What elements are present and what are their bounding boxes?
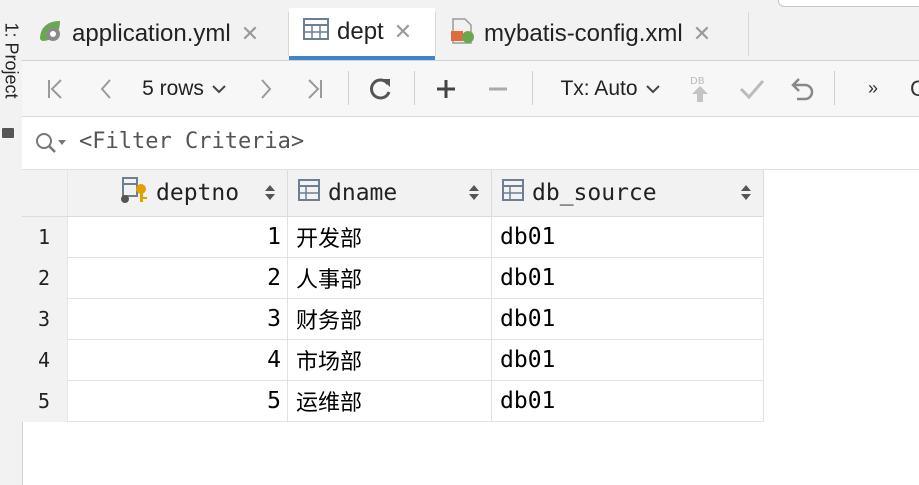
cell-db-source[interactable]: db01 (491, 298, 764, 340)
primary-key-icon (120, 176, 150, 210)
tab-application-yml[interactable]: application.yml ✕ (36, 8, 288, 60)
tab-mybatis-config[interactable]: mybatis-config.xml ✕ (448, 8, 748, 60)
cell-dname[interactable]: 财务部 (287, 298, 492, 340)
column-header-db-source[interactable]: db_source (491, 170, 764, 217)
rows-label: 5 rows (142, 76, 204, 100)
tx-label: Tx: Auto (560, 76, 638, 100)
rollback-icon[interactable] (784, 61, 820, 116)
editor-tabs: application.yml ✕ dept ✕ mybatis-config.… (22, 8, 919, 61)
table-row[interactable]: 4 4 市场部 db01 (22, 339, 764, 381)
cell-db-source[interactable]: db01 (491, 339, 764, 381)
add-row-icon[interactable] (428, 61, 464, 116)
first-page-icon[interactable] (38, 61, 74, 116)
cell-deptno[interactable]: 2 (67, 257, 288, 299)
cell-db-source[interactable]: db01 (491, 216, 764, 258)
svg-text:DB: DB (690, 76, 705, 87)
next-page-icon[interactable] (248, 61, 284, 116)
sort-icon[interactable] (265, 185, 275, 200)
row-number[interactable]: 2 (22, 257, 68, 299)
tab-label: dept (337, 18, 384, 45)
refresh-icon[interactable] (362, 61, 398, 116)
close-icon[interactable]: ✕ (241, 21, 259, 47)
db-submit-icon[interactable]: DB (682, 61, 718, 116)
overflow-label: C (910, 75, 919, 101)
last-page-icon[interactable] (296, 61, 332, 116)
column-icon (502, 179, 524, 207)
table-row[interactable]: 1 1 开发部 db01 (22, 216, 764, 258)
row-number[interactable]: 4 (22, 339, 68, 381)
table-icon (303, 17, 329, 47)
column-name: dname (328, 180, 398, 206)
column-name: deptno (156, 180, 240, 206)
sort-icon[interactable] (741, 185, 751, 200)
cell-db-source[interactable]: db01 (491, 380, 764, 422)
previous-page-icon[interactable] (88, 61, 124, 116)
project-tool-window-button[interactable]: 1: Project (1, 23, 22, 119)
data-editor-toolbar: 5 rows Tx: Auto DB » C (22, 61, 919, 117)
commit-check-icon[interactable] (734, 61, 770, 116)
column-name: db_source (532, 180, 657, 206)
project-sidebar: 1: Project (0, 0, 23, 485)
filter-input[interactable]: <Filter Criteria> (79, 129, 304, 154)
cell-deptno[interactable]: 3 (67, 298, 288, 340)
xml-file-icon (448, 17, 476, 52)
tab-dept[interactable]: dept ✕ (289, 8, 435, 60)
more-label: » (867, 78, 878, 98)
table-row[interactable]: 2 2 人事部 db01 (22, 257, 764, 299)
tab-label: mybatis-config.xml (484, 20, 683, 47)
row-number[interactable]: 1 (22, 216, 68, 258)
top-strip (22, 0, 919, 8)
cell-dname[interactable]: 人事部 (287, 257, 492, 299)
table-row[interactable]: 5 5 运维部 db01 (22, 380, 764, 422)
sort-icon[interactable] (469, 185, 479, 200)
filter-criteria-bar[interactable]: <Filter Criteria> (22, 117, 919, 170)
column-header-deptno[interactable]: deptno (67, 170, 288, 217)
cell-deptno[interactable]: 1 (67, 216, 288, 258)
chevron-down-icon (645, 84, 660, 94)
row-number[interactable]: 3 (22, 298, 68, 340)
rows-dropdown[interactable]: 5 rows (134, 61, 234, 116)
cell-db-source[interactable]: db01 (491, 257, 764, 299)
remove-row-icon[interactable] (480, 61, 516, 116)
overflow-button[interactable]: C (908, 61, 919, 116)
close-icon[interactable]: ✕ (693, 21, 711, 47)
folder-icon (2, 128, 14, 138)
close-icon[interactable]: ✕ (394, 19, 412, 45)
column-icon (298, 179, 320, 207)
row-number[interactable]: 5 (22, 380, 68, 422)
row-number-header (22, 170, 68, 217)
cell-deptno[interactable]: 4 (67, 339, 288, 381)
cell-dname[interactable]: 开发部 (287, 216, 492, 258)
chevron-down-icon (212, 84, 226, 94)
search-icon[interactable] (34, 131, 68, 160)
table-row[interactable]: 3 3 财务部 db01 (22, 298, 764, 340)
cell-dname[interactable]: 市场部 (287, 339, 492, 381)
tx-mode-dropdown[interactable]: Tx: Auto (550, 61, 670, 116)
tab-label: application.yml (72, 20, 231, 47)
result-grid: deptno dname db_source 1 1 开发部 db01 2 2 … (22, 170, 764, 422)
cell-deptno[interactable]: 5 (67, 380, 288, 422)
column-header-dname[interactable]: dname (287, 170, 492, 217)
spring-yml-icon (36, 17, 64, 52)
more-actions-button[interactable]: » (858, 61, 888, 116)
cell-dname[interactable]: 运维部 (287, 380, 492, 422)
